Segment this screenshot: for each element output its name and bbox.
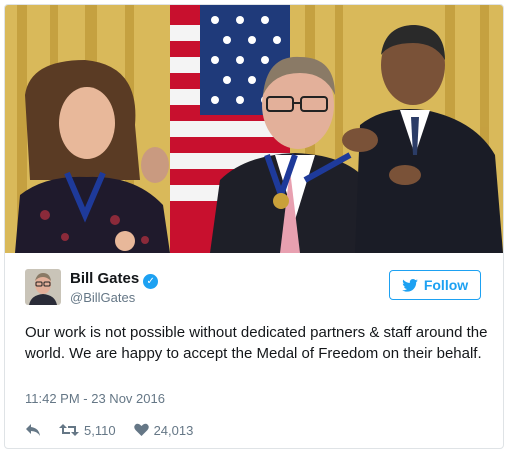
- follow-label: Follow: [423, 277, 469, 293]
- tweet-card: Bill Gates ✓ @BillGates Follow Our work i…: [4, 4, 504, 449]
- retweet-button[interactable]: 5,110: [59, 423, 116, 438]
- reply-button[interactable]: [25, 423, 41, 437]
- tweet-timestamp[interactable]: 11:42 PM - 23 Nov 2016: [25, 391, 165, 406]
- tweet-text: Our work is not possible without dedicat…: [25, 324, 488, 362]
- tweet-header: Bill Gates ✓ @BillGates Follow: [25, 267, 485, 309]
- user-name-text: Bill Gates: [70, 270, 140, 287]
- like-count: 24,013: [153, 422, 194, 438]
- user-handle[interactable]: @BillGates: [70, 290, 135, 305]
- follow-button[interactable]: Follow: [389, 270, 481, 300]
- tweet-photo[interactable]: [5, 5, 503, 253]
- retweet-icon: [59, 424, 79, 436]
- tweet-actions: 5,110 24,013: [25, 419, 211, 441]
- heart-icon: [133, 423, 149, 436]
- like-button[interactable]: 24,013: [133, 422, 194, 438]
- verified-badge-icon: ✓: [143, 274, 159, 289]
- twitter-bird-icon: [402, 278, 418, 292]
- user-name[interactable]: Bill Gates ✓: [70, 270, 159, 289]
- avatar[interactable]: [25, 269, 61, 305]
- retweet-count: 5,110: [84, 422, 116, 438]
- reply-icon: [26, 424, 40, 436]
